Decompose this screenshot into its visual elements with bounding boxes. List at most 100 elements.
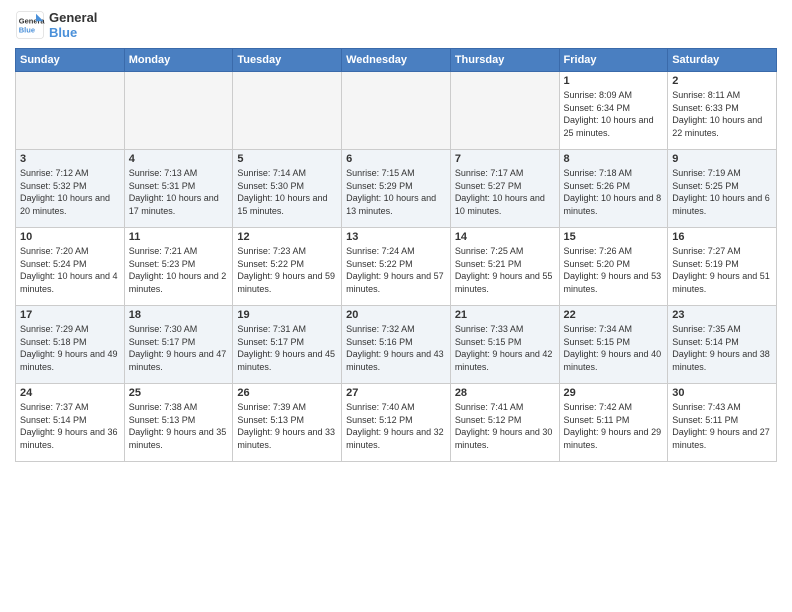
day-info: Sunrise: 7:25 AMSunset: 5:21 PMDaylight:… (455, 245, 555, 295)
day-info: Sunrise: 8:11 AMSunset: 6:33 PMDaylight:… (672, 89, 772, 139)
day-info: Sunrise: 8:09 AMSunset: 6:34 PMDaylight:… (564, 89, 664, 139)
day-number: 15 (564, 231, 664, 243)
day-info: Sunrise: 7:38 AMSunset: 5:13 PMDaylight:… (129, 401, 229, 451)
calendar-cell: 26 Sunrise: 7:39 AMSunset: 5:13 PMDayligh… (233, 384, 342, 462)
day-number: 6 (346, 153, 446, 165)
logo-text: General Blue (49, 10, 97, 40)
day-number: 24 (20, 387, 120, 399)
day-number: 16 (672, 231, 772, 243)
day-info: Sunrise: 7:43 AMSunset: 5:11 PMDaylight:… (672, 401, 772, 451)
calendar-cell: 14 Sunrise: 7:25 AMSunset: 5:21 PMDayligh… (450, 228, 559, 306)
day-number: 26 (237, 387, 337, 399)
day-number: 22 (564, 309, 664, 321)
day-number: 10 (20, 231, 120, 243)
calendar-cell: 7 Sunrise: 7:17 AMSunset: 5:27 PMDaylight… (450, 150, 559, 228)
day-number: 3 (20, 153, 120, 165)
day-number: 7 (455, 153, 555, 165)
day-info: Sunrise: 7:19 AMSunset: 5:25 PMDaylight:… (672, 167, 772, 217)
day-info: Sunrise: 7:42 AMSunset: 5:11 PMDaylight:… (564, 401, 664, 451)
day-number: 19 (237, 309, 337, 321)
day-info: Sunrise: 7:23 AMSunset: 5:22 PMDaylight:… (237, 245, 337, 295)
calendar-cell: 9 Sunrise: 7:19 AMSunset: 5:25 PMDaylight… (668, 150, 777, 228)
day-info: Sunrise: 7:21 AMSunset: 5:23 PMDaylight:… (129, 245, 229, 295)
day-info: Sunrise: 7:27 AMSunset: 5:19 PMDaylight:… (672, 245, 772, 295)
day-info: Sunrise: 7:17 AMSunset: 5:27 PMDaylight:… (455, 167, 555, 217)
col-header-sunday: Sunday (16, 49, 125, 72)
calendar-cell: 22 Sunrise: 7:34 AMSunset: 5:15 PMDayligh… (559, 306, 668, 384)
day-info: Sunrise: 7:37 AMSunset: 5:14 PMDaylight:… (20, 401, 120, 451)
calendar-cell (124, 72, 233, 150)
calendar-cell (342, 72, 451, 150)
day-info: Sunrise: 7:26 AMSunset: 5:20 PMDaylight:… (564, 245, 664, 295)
svg-text:Blue: Blue (19, 26, 35, 35)
calendar-week-4: 17 Sunrise: 7:29 AMSunset: 5:18 PMDayligh… (16, 306, 777, 384)
col-header-friday: Friday (559, 49, 668, 72)
col-header-saturday: Saturday (668, 49, 777, 72)
logo: General Blue General Blue (15, 10, 97, 40)
calendar-table: SundayMondayTuesdayWednesdayThursdayFrid… (15, 48, 777, 462)
day-info: Sunrise: 7:24 AMSunset: 5:22 PMDaylight:… (346, 245, 446, 295)
day-number: 28 (455, 387, 555, 399)
day-number: 5 (237, 153, 337, 165)
day-info: Sunrise: 7:12 AMSunset: 5:32 PMDaylight:… (20, 167, 120, 217)
calendar-cell: 29Sunrise: 7:42 AMSunset: 5:11 PMDayligh… (559, 384, 668, 462)
page-header: General Blue General Blue (15, 10, 777, 40)
calendar-week-1: 1Sunrise: 8:09 AMSunset: 6:34 PMDaylight… (16, 72, 777, 150)
col-header-monday: Monday (124, 49, 233, 72)
day-info: Sunrise: 7:13 AMSunset: 5:31 PMDaylight:… (129, 167, 229, 217)
calendar-cell: 21Sunrise: 7:33 AMSunset: 5:15 PMDayligh… (450, 306, 559, 384)
calendar-cell: 4 Sunrise: 7:13 AMSunset: 5:31 PMDaylight… (124, 150, 233, 228)
calendar-cell: 5 Sunrise: 7:14 AMSunset: 5:30 PMDaylight… (233, 150, 342, 228)
col-header-thursday: Thursday (450, 49, 559, 72)
calendar-cell: 27 Sunrise: 7:40 AMSunset: 5:12 PMDayligh… (342, 384, 451, 462)
calendar-cell: 18 Sunrise: 7:30 AMSunset: 5:17 PMDayligh… (124, 306, 233, 384)
day-number: 13 (346, 231, 446, 243)
day-info: Sunrise: 7:30 AMSunset: 5:17 PMDaylight:… (129, 323, 229, 373)
day-info: Sunrise: 7:14 AMSunset: 5:30 PMDaylight:… (237, 167, 337, 217)
day-number: 21 (455, 309, 555, 321)
day-number: 20 (346, 309, 446, 321)
calendar-cell: 25 Sunrise: 7:38 AMSunset: 5:13 PMDayligh… (124, 384, 233, 462)
day-number: 2 (672, 75, 772, 87)
day-number: 4 (129, 153, 229, 165)
calendar-cell: 13 Sunrise: 7:24 AMSunset: 5:22 PMDayligh… (342, 228, 451, 306)
calendar-cell: 24 Sunrise: 7:37 AMSunset: 5:14 PMDayligh… (16, 384, 125, 462)
day-number: 27 (346, 387, 446, 399)
calendar-cell: 1Sunrise: 8:09 AMSunset: 6:34 PMDaylight… (559, 72, 668, 150)
calendar-week-3: 10 Sunrise: 7:20 AMSunset: 5:24 PMDayligh… (16, 228, 777, 306)
day-number: 9 (672, 153, 772, 165)
calendar-cell (233, 72, 342, 150)
calendar-cell: 30 Sunrise: 7:43 AMSunset: 5:11 PMDayligh… (668, 384, 777, 462)
day-info: Sunrise: 7:20 AMSunset: 5:24 PMDaylight:… (20, 245, 120, 295)
day-number: 8 (564, 153, 664, 165)
calendar-cell (16, 72, 125, 150)
day-info: Sunrise: 7:39 AMSunset: 5:13 PMDaylight:… (237, 401, 337, 451)
day-number: 18 (129, 309, 229, 321)
col-header-tuesday: Tuesday (233, 49, 342, 72)
day-number: 25 (129, 387, 229, 399)
col-header-wednesday: Wednesday (342, 49, 451, 72)
day-info: Sunrise: 7:29 AMSunset: 5:18 PMDaylight:… (20, 323, 120, 373)
day-number: 23 (672, 309, 772, 321)
page-container: General Blue General Blue SundayMondayTu… (0, 0, 792, 467)
calendar-cell: 15 Sunrise: 7:26 AMSunset: 5:20 PMDayligh… (559, 228, 668, 306)
day-number: 14 (455, 231, 555, 243)
day-number: 30 (672, 387, 772, 399)
calendar-cell: 17 Sunrise: 7:29 AMSunset: 5:18 PMDayligh… (16, 306, 125, 384)
day-info: Sunrise: 7:32 AMSunset: 5:16 PMDaylight:… (346, 323, 446, 373)
calendar-cell: 19Sunrise: 7:31 AMSunset: 5:17 PMDayligh… (233, 306, 342, 384)
calendar-header-row: SundayMondayTuesdayWednesdayThursdayFrid… (16, 49, 777, 72)
calendar-cell (450, 72, 559, 150)
day-number: 17 (20, 309, 120, 321)
day-info: Sunrise: 7:34 AMSunset: 5:15 PMDaylight:… (564, 323, 664, 373)
logo-icon: General Blue (15, 10, 45, 40)
calendar-cell: 20 Sunrise: 7:32 AMSunset: 5:16 PMDayligh… (342, 306, 451, 384)
day-info: Sunrise: 7:18 AMSunset: 5:26 PMDaylight:… (564, 167, 664, 217)
calendar-cell: 3 Sunrise: 7:12 AMSunset: 5:32 PMDaylight… (16, 150, 125, 228)
calendar-cell: 6Sunrise: 7:15 AMSunset: 5:29 PMDaylight… (342, 150, 451, 228)
day-info: Sunrise: 7:40 AMSunset: 5:12 PMDaylight:… (346, 401, 446, 451)
calendar-cell: 16 Sunrise: 7:27 AMSunset: 5:19 PMDayligh… (668, 228, 777, 306)
calendar-cell: 11 Sunrise: 7:21 AMSunset: 5:23 PMDayligh… (124, 228, 233, 306)
day-info: Sunrise: 7:41 AMSunset: 5:12 PMDaylight:… (455, 401, 555, 451)
day-number: 11 (129, 231, 229, 243)
